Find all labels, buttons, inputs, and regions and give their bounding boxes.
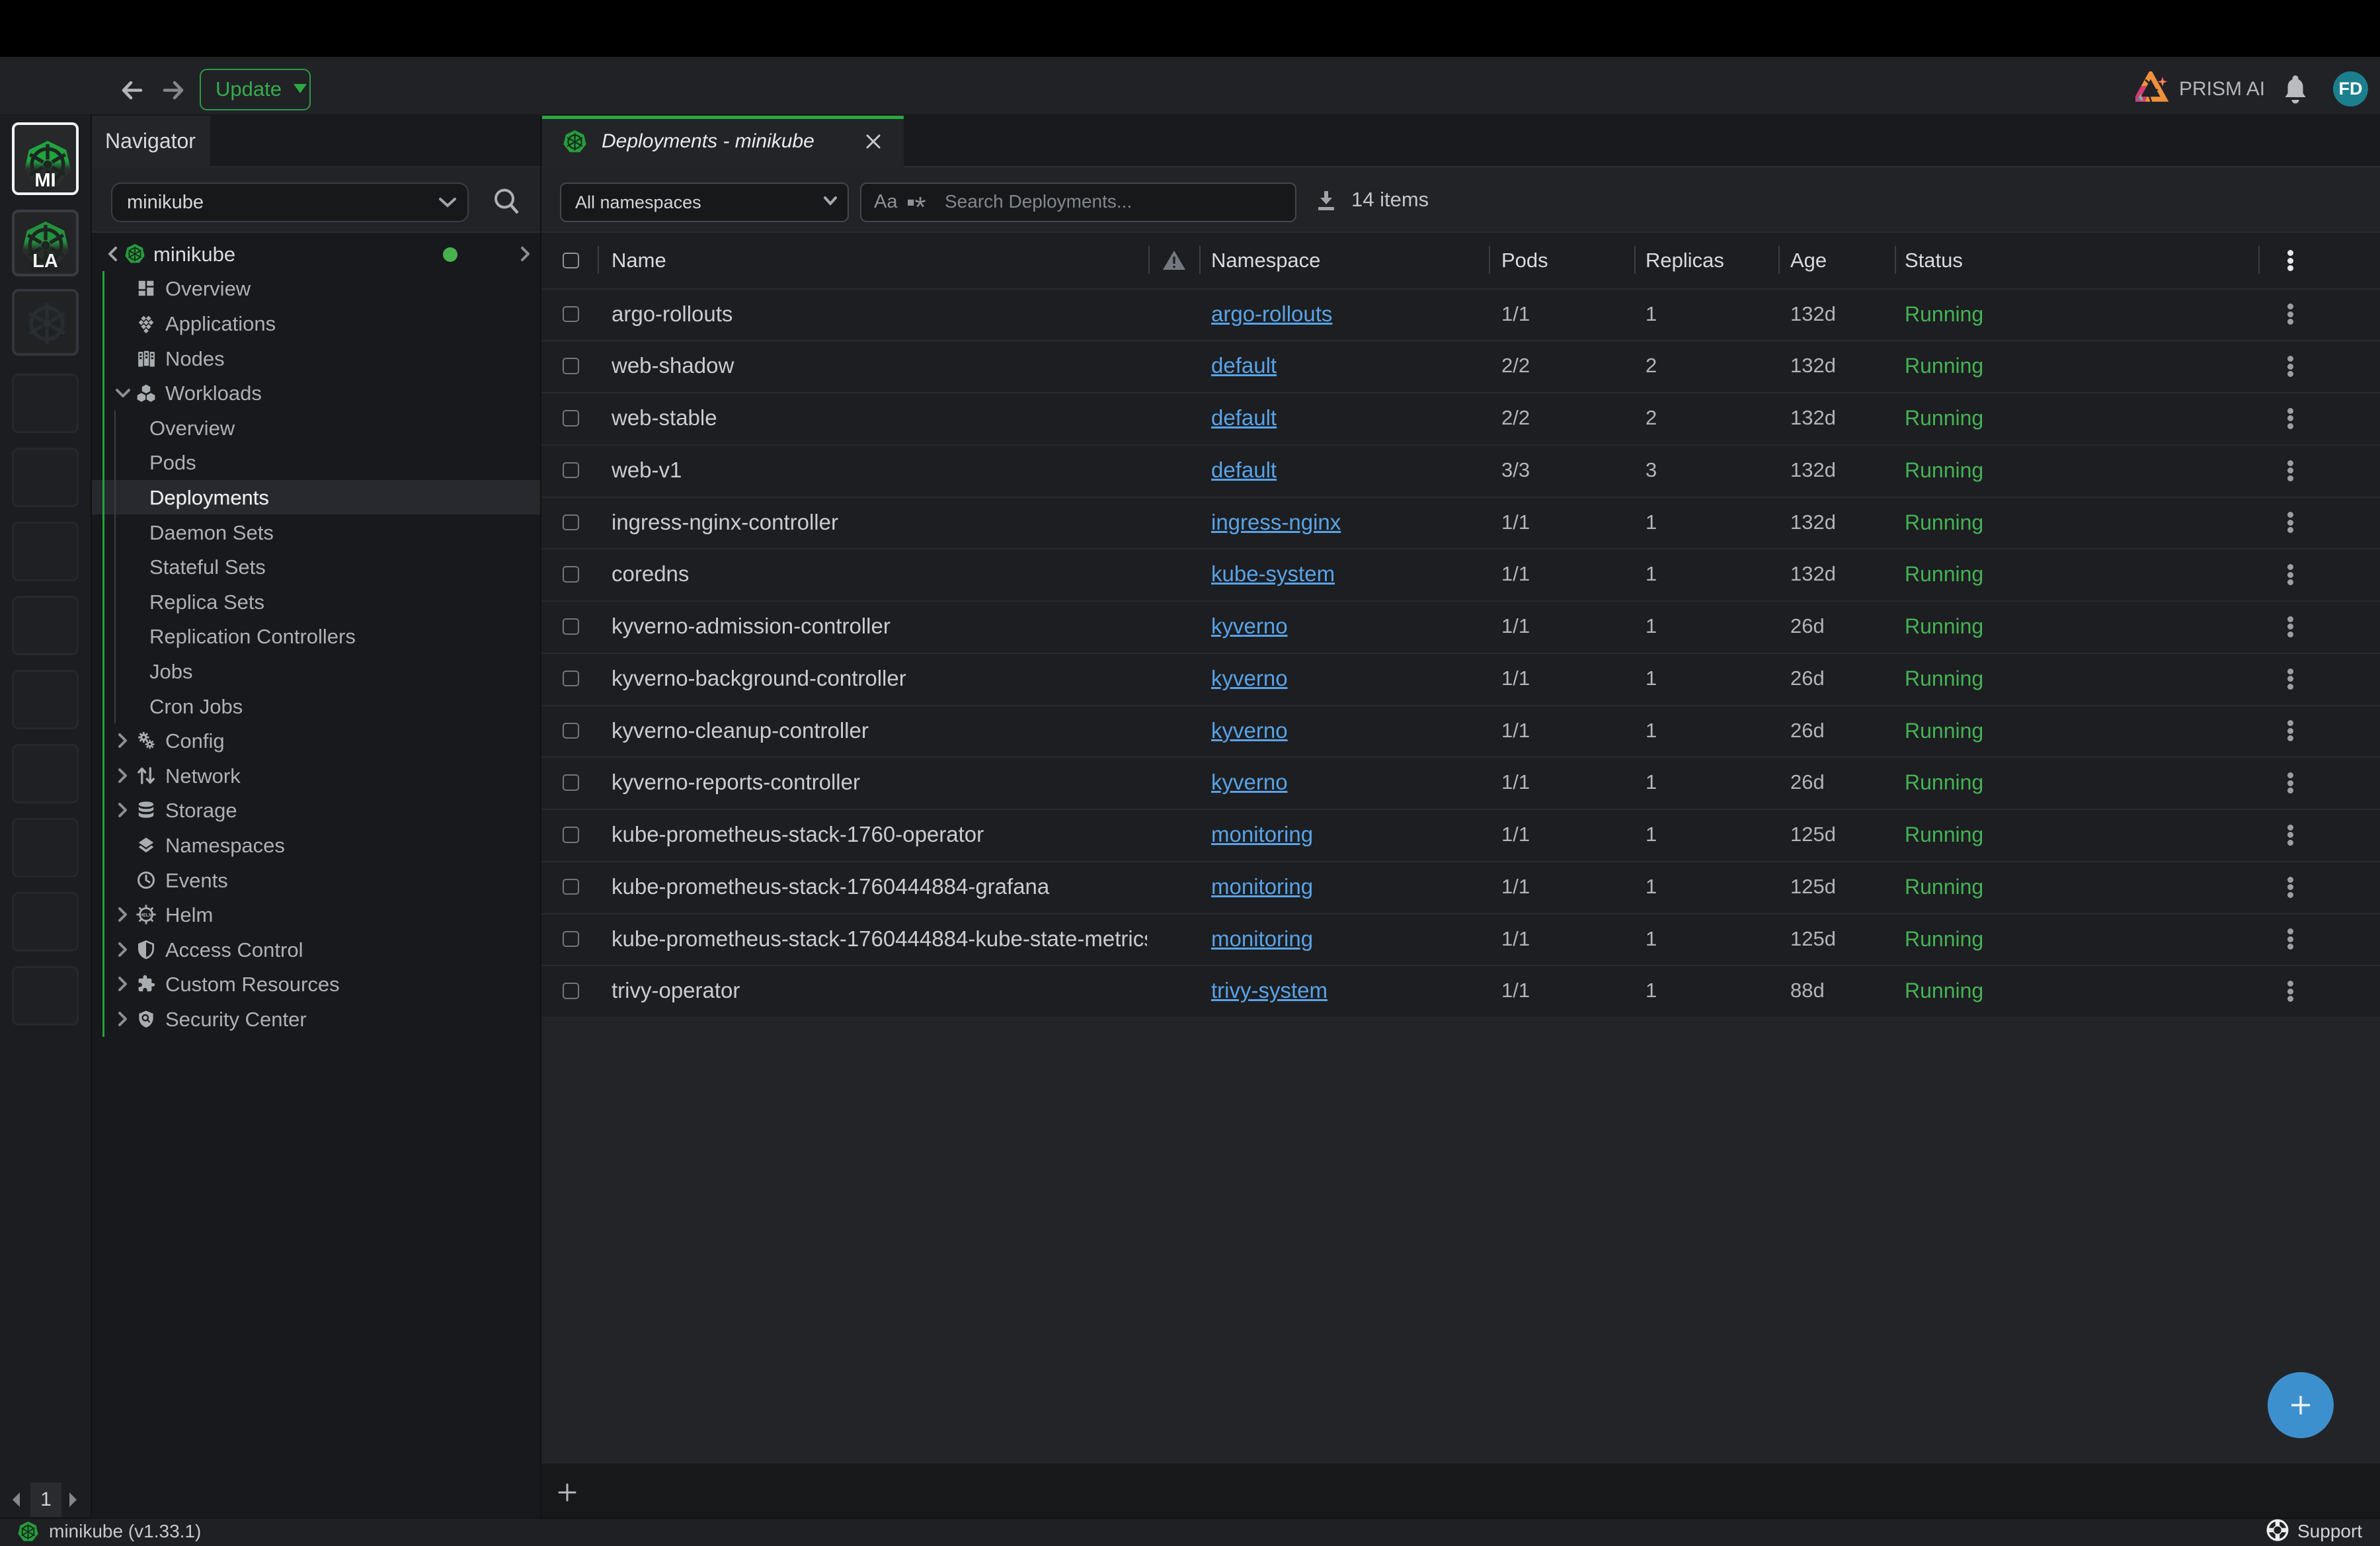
- svg-text:HELM: HELM: [139, 913, 153, 918]
